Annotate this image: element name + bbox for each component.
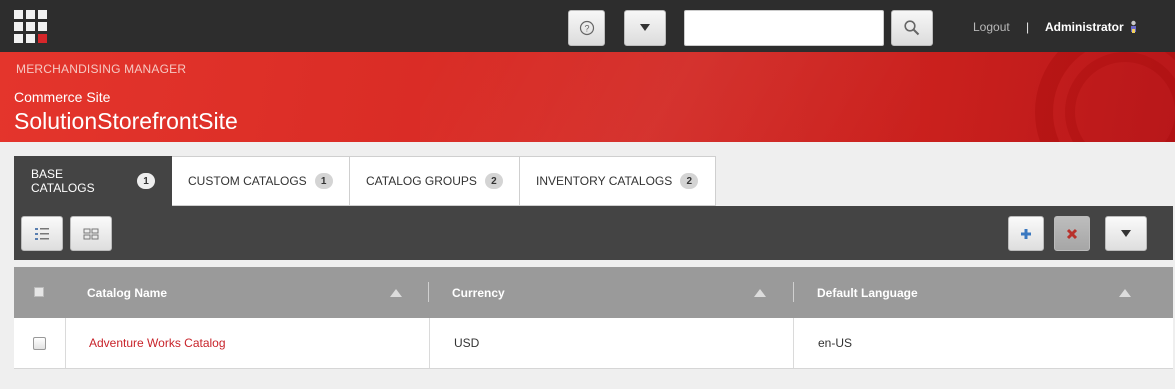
- count-badge: 2: [680, 173, 699, 189]
- catalog-toolbar: [14, 206, 1173, 260]
- user-icon[interactable]: [1129, 20, 1138, 34]
- site-label: Commerce Site: [14, 89, 111, 105]
- catalog-name-link[interactable]: Adventure Works Catalog: [89, 336, 226, 350]
- sort-asc-icon[interactable]: [1119, 289, 1131, 297]
- search-input[interactable]: [684, 10, 884, 46]
- x-icon: [1066, 228, 1078, 239]
- column-label: Default Language: [817, 285, 918, 300]
- row-checkbox[interactable]: [33, 337, 46, 350]
- default-language-cell: en-US: [818, 336, 853, 350]
- caret-down-icon: [1121, 229, 1131, 237]
- tab-label: CATALOG GROUPS: [366, 174, 477, 188]
- count-badge: 1: [314, 173, 333, 189]
- svg-text:?: ?: [584, 24, 589, 34]
- question-circle-icon: ?: [579, 20, 594, 36]
- tab-custom-catalogs[interactable]: CUSTOM CATALOGS 1: [172, 156, 350, 206]
- count-badge: 1: [137, 173, 155, 189]
- select-all-checkbox[interactable]: [34, 287, 44, 297]
- table-header: Catalog Name Currency Default Language: [14, 267, 1173, 318]
- caret-down-icon: [640, 24, 650, 31]
- tab-label: INVENTORY CATALOGS: [536, 174, 673, 188]
- column-label: Catalog Name: [87, 285, 168, 300]
- list-view-button[interactable]: [21, 216, 63, 251]
- column-header-default-language[interactable]: Default Language: [817, 267, 1167, 318]
- tab-inventory-catalogs[interactable]: INVENTORY CATALOGS 2: [520, 156, 716, 206]
- site-banner: MERCHANDISING MANAGER Commerce Site Solu…: [0, 52, 1175, 142]
- app-name: MERCHANDISING MANAGER: [16, 62, 187, 76]
- help-button[interactable]: ?: [568, 10, 605, 46]
- column-header-currency[interactable]: Currency: [452, 267, 795, 318]
- top-bar: ? Logout | Administrator: [0, 0, 1175, 52]
- search-button[interactable]: [891, 10, 933, 46]
- list-view-icon: [35, 227, 49, 240]
- table-row[interactable]: Adventure Works Catalog USD en-US: [14, 318, 1173, 369]
- currency-cell: USD: [454, 336, 480, 350]
- tab-catalog-groups[interactable]: CATALOG GROUPS 2: [350, 156, 520, 206]
- menu-dropdown-button[interactable]: [624, 10, 666, 46]
- sort-asc-icon[interactable]: [390, 289, 402, 297]
- sort-asc-icon[interactable]: [754, 289, 766, 297]
- grid-view-icon: [83, 228, 99, 239]
- catalog-tabs: BASE CATALOGS 1 CUSTOM CATALOGS 1 CATALO…: [14, 156, 716, 206]
- column-header-catalog-name[interactable]: Catalog Name: [87, 267, 430, 318]
- logout-link[interactable]: Logout: [973, 20, 1010, 34]
- column-label: Currency: [452, 285, 505, 300]
- app-logo-icon[interactable]: [14, 10, 47, 43]
- tab-label: BASE CATALOGS: [31, 167, 95, 195]
- more-actions-button[interactable]: [1105, 216, 1147, 251]
- separator: |: [1026, 20, 1030, 34]
- delete-catalog-button[interactable]: [1054, 216, 1090, 251]
- tab-label: CUSTOM CATALOGS: [188, 174, 307, 188]
- user-name[interactable]: Administrator: [1045, 20, 1124, 34]
- grid-view-button[interactable]: [70, 216, 112, 251]
- plus-icon: [1021, 228, 1031, 239]
- count-badge: 2: [484, 173, 503, 189]
- add-catalog-button[interactable]: [1008, 216, 1044, 251]
- tab-base-catalogs[interactable]: BASE CATALOGS 1: [14, 156, 172, 206]
- catalog-table: Catalog Name Currency Default Language A…: [14, 267, 1173, 369]
- magnifier-icon: [904, 20, 920, 36]
- page-title: SolutionStorefrontSite: [14, 108, 238, 134]
